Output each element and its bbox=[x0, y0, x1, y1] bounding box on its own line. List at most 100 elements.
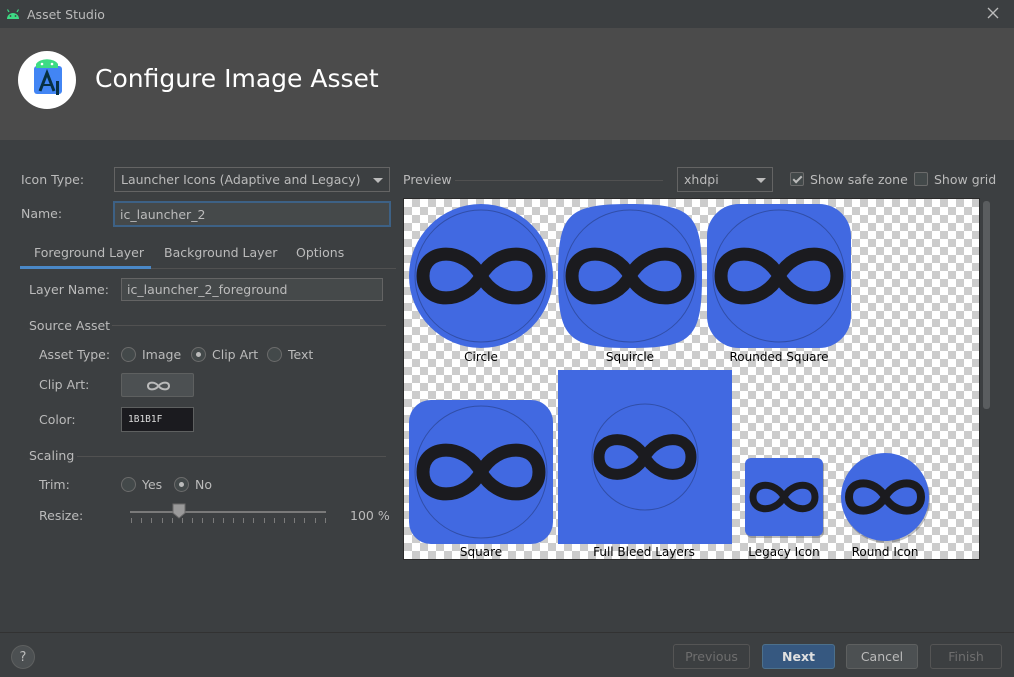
show-grid-label[interactable]: Show grid bbox=[934, 172, 996, 187]
show-safe-zone-checkbox[interactable] bbox=[790, 172, 804, 186]
preview-canvas: Circle Squircle Rounded Square Square Fu… bbox=[403, 198, 980, 560]
asset-type-text-radio[interactable] bbox=[267, 347, 282, 362]
slider-tick bbox=[202, 518, 204, 523]
preview-label-round: Round Icon bbox=[851, 545, 919, 559]
finish-button-label: Finish bbox=[948, 649, 984, 664]
resize-value: 100 % bbox=[350, 508, 390, 523]
slider-tick bbox=[151, 518, 153, 523]
scaling-title: Scaling bbox=[29, 448, 75, 463]
slider-tick bbox=[273, 518, 275, 523]
icon-type-select[interactable]: Launcher Icons (Adaptive and Legacy) bbox=[114, 167, 390, 192]
cancel-button[interactable]: Cancel bbox=[846, 644, 918, 669]
help-icon: ? bbox=[19, 649, 27, 665]
preview-label-full-bleed: Full Bleed Layers bbox=[593, 545, 695, 559]
preview-scrollbar-thumb[interactable] bbox=[983, 201, 990, 409]
slider-tick bbox=[212, 518, 214, 523]
tab-options[interactable]: Options bbox=[296, 245, 344, 260]
show-safe-zone-label[interactable]: Show safe zone bbox=[810, 172, 908, 187]
page-title: Configure Image Asset bbox=[95, 64, 379, 93]
window-titlebar: Asset Studio bbox=[0, 0, 1014, 28]
asset-type-label: Asset Type: bbox=[39, 347, 111, 362]
preview-icons bbox=[409, 204, 930, 544]
resize-label: Resize: bbox=[39, 508, 84, 523]
layer-name-label: Layer Name: bbox=[29, 282, 109, 297]
tab-background-layer[interactable]: Background Layer bbox=[164, 245, 277, 260]
name-input-value: ic_launcher_2 bbox=[120, 206, 206, 222]
finish-button[interactable]: Finish bbox=[930, 644, 1002, 669]
preview-divider bbox=[455, 180, 663, 181]
slider-tick bbox=[161, 518, 163, 523]
slider-tick bbox=[243, 518, 245, 523]
asset-type-text-label[interactable]: Text bbox=[288, 347, 313, 362]
trim-no-radio[interactable] bbox=[174, 477, 189, 492]
wizard-header: Configure Image Asset bbox=[0, 28, 1014, 140]
trim-yes-radio[interactable] bbox=[121, 477, 136, 492]
selected-tab-indicator bbox=[20, 266, 151, 269]
preview-icon-legacy bbox=[745, 458, 824, 538]
tab-divider bbox=[151, 268, 396, 269]
trim-label: Trim: bbox=[39, 477, 70, 492]
next-button-label: Next bbox=[782, 649, 815, 664]
window-title: Asset Studio bbox=[27, 7, 105, 22]
android-icon bbox=[6, 9, 20, 19]
slider-tick bbox=[222, 518, 224, 523]
slider-track bbox=[130, 511, 326, 513]
show-grid-checkbox[interactable] bbox=[914, 172, 928, 186]
slider-tick bbox=[141, 518, 143, 523]
slider-thumb[interactable] bbox=[172, 503, 186, 519]
preview-icon-round bbox=[841, 453, 930, 543]
footer-divider bbox=[0, 632, 1014, 633]
slider-tick bbox=[314, 518, 316, 523]
icon-type-value: Launcher Icons (Adaptive and Legacy) bbox=[121, 172, 361, 187]
layer-name-input[interactable]: ic_launcher_2_foreground bbox=[121, 278, 383, 301]
asset-type-image-radio[interactable] bbox=[121, 347, 136, 362]
name-label: Name: bbox=[21, 206, 63, 221]
clip-art-button[interactable] bbox=[121, 373, 194, 397]
preview-icon-squircle bbox=[558, 204, 702, 348]
chevron-down-icon bbox=[756, 177, 766, 183]
density-select[interactable]: xhdpi bbox=[677, 167, 773, 192]
chevron-down-icon bbox=[373, 177, 383, 183]
previous-button-label: Previous bbox=[685, 649, 738, 664]
color-label: Color: bbox=[39, 412, 76, 427]
slider-tick bbox=[192, 518, 194, 523]
all-inclusive-icon bbox=[146, 381, 171, 391]
preview-label: Preview bbox=[403, 172, 452, 187]
asset-type-clip-art-radio[interactable] bbox=[191, 347, 206, 362]
source-asset-title: Source Asset bbox=[29, 318, 111, 333]
color-picker[interactable]: 1B1B1F bbox=[121, 407, 194, 432]
preview-icon-circle bbox=[409, 204, 553, 348]
help-button[interactable]: ? bbox=[11, 645, 35, 669]
trim-no-label[interactable]: No bbox=[195, 477, 212, 492]
layer-name-value: ic_launcher_2_foreground bbox=[127, 282, 288, 297]
slider-tick bbox=[263, 518, 265, 523]
previous-button[interactable]: Previous bbox=[673, 644, 750, 669]
preview-icon-rounded-square bbox=[707, 204, 851, 348]
cancel-button-label: Cancel bbox=[860, 649, 904, 664]
name-input[interactable]: ic_launcher_2 bbox=[113, 201, 391, 227]
icon-type-label: Icon Type: bbox=[21, 172, 85, 187]
preview-label-square: Square bbox=[459, 545, 503, 559]
preview-label-rounded-square: Rounded Square bbox=[729, 350, 829, 364]
asset-type-image-label[interactable]: Image bbox=[142, 347, 181, 362]
preview-icon-square bbox=[409, 400, 553, 544]
color-value: 1B1B1F bbox=[128, 414, 163, 425]
slider-tick bbox=[131, 518, 132, 523]
slider-tick bbox=[324, 518, 326, 523]
density-value: xhdpi bbox=[684, 172, 719, 187]
trim-yes-label[interactable]: Yes bbox=[142, 477, 162, 492]
tab-foreground-layer[interactable]: Foreground Layer bbox=[34, 245, 144, 260]
preview-label-squircle: Squircle bbox=[605, 350, 655, 364]
resize-slider[interactable] bbox=[128, 502, 328, 528]
preview-label-legacy: Legacy Icon bbox=[748, 545, 820, 559]
next-button[interactable]: Next bbox=[762, 644, 835, 669]
preview-icon-full-bleed bbox=[558, 370, 732, 544]
clip-art-label: Clip Art: bbox=[39, 377, 90, 392]
android-studio-logo bbox=[18, 51, 76, 109]
slider-tick bbox=[284, 518, 285, 523]
section-divider bbox=[77, 456, 386, 457]
android-studio-icon bbox=[34, 59, 62, 95]
slider-tick bbox=[253, 518, 255, 523]
asset-type-clip-art-label[interactable]: Clip Art bbox=[212, 347, 258, 362]
close-icon[interactable] bbox=[986, 5, 1000, 21]
